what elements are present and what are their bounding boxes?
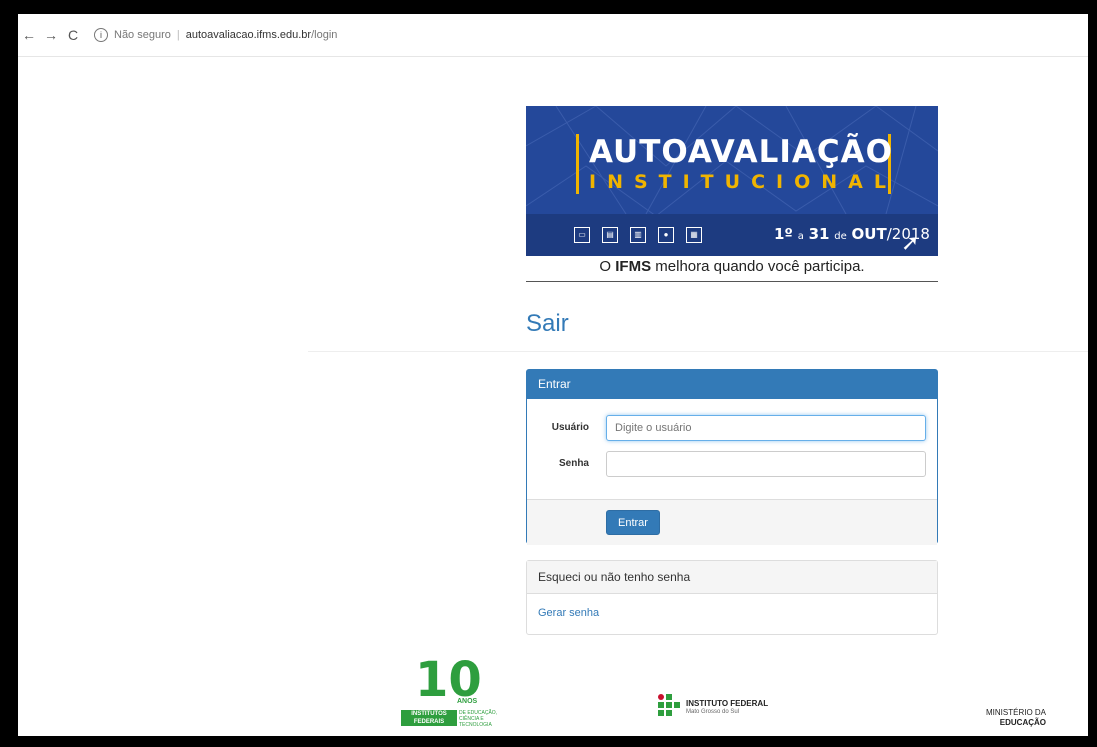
password-row: Senha — [527, 451, 937, 477]
password-label: Senha — [558, 458, 589, 469]
url-separator: | — [176, 29, 180, 41]
people-icon: ● — [658, 227, 674, 243]
tagline-pre: O — [599, 258, 612, 275]
login-button[interactable]: Entrar — [606, 510, 660, 535]
reload-icon[interactable]: C — [62, 27, 84, 43]
dates-a: a — [797, 231, 804, 242]
browser-window: ← → C i Não seguro | autoavaliacao.ifms.… — [18, 14, 1088, 736]
ten-years-institutes: INSTITUTOS FEDERAIS — [401, 710, 457, 726]
banner-title-line1: AUTOAVALIAÇÃO — [589, 134, 894, 170]
dates-de: de — [834, 231, 847, 242]
banner-title: AUTOAVALIAÇÃO INSTITUCIONAL — [576, 134, 897, 194]
dates-month: OUT — [851, 225, 887, 243]
forgot-panel-heading: Esqueci ou não tenho senha — [527, 561, 937, 594]
password-input[interactable] — [606, 451, 926, 477]
tagline-ifms: IFMS — [615, 258, 652, 275]
mec-line2: EDUCAÇÃO — [999, 718, 1047, 727]
login-panel-footer: Entrar — [527, 499, 937, 545]
ten-years-logo: 10 ANOS INSTITUTOS FEDERAIS DE EDUCAÇÃO,… — [401, 656, 501, 732]
dates-start: 1º — [774, 225, 793, 243]
url-path[interactable]: /login — [311, 29, 337, 41]
forward-icon[interactable]: → — [40, 27, 62, 43]
chart-icon: ▥ — [630, 227, 646, 243]
user-input[interactable] — [606, 415, 926, 441]
if-campus: Mato Grosso do Sul — [686, 709, 740, 715]
building-icon: ▦ — [686, 227, 702, 243]
ten-years-number: 10 — [415, 652, 482, 708]
ten-years-anos: ANOS — [457, 698, 478, 705]
banner-strip: ▭ ▤ ▥ ● ▦ 1º a 31 de OUT/2018 ➚ — [526, 214, 938, 256]
user-label: Usuário — [551, 422, 589, 433]
if-grid-icon — [658, 694, 682, 720]
campaign-banner: AUTOAVALIAÇÃO INSTITUCIONAL ▭ ▤ ▥ ● ▦ 1º… — [526, 106, 938, 256]
if-name: INSTITUTO FEDERAL — [686, 699, 769, 708]
dates-end: 31 — [808, 225, 830, 243]
if-logo: INSTITUTO FEDERAL Mato Grosso do Sul — [658, 694, 808, 724]
login-panel: Entrar Usuário Senha Entrar — [526, 369, 938, 545]
banner-tagline: O IFMS melhora quando você participa. — [526, 258, 938, 282]
back-icon[interactable]: ← — [18, 27, 40, 43]
security-status[interactable]: Não seguro — [114, 29, 171, 41]
monitor-icon: ▭ — [574, 227, 590, 243]
page-title[interactable]: Sair — [526, 310, 569, 338]
divider — [308, 351, 1088, 352]
info-icon[interactable]: i — [94, 28, 108, 42]
ten-years-description: DE EDUCAÇÃO, CIÊNCIA E TECNOLOGIA — [459, 710, 498, 728]
document-icon: ▤ — [602, 227, 618, 243]
browser-toolbar: ← → C i Não seguro | autoavaliacao.ifms.… — [18, 14, 1088, 57]
banner-title-line2: INSTITUCIONAL — [589, 171, 897, 193]
tagline-post: melhora quando você participa. — [655, 258, 865, 275]
url-domain[interactable]: autoavaliacao.ifms.edu.br — [186, 29, 311, 41]
login-panel-heading: Entrar — [527, 370, 937, 399]
mec-logo: MINISTÉRIO DA EDUCAÇÃO — [986, 708, 1046, 728]
user-row: Usuário — [527, 415, 937, 441]
mec-line1: MINISTÉRIO DA — [986, 708, 1047, 717]
cursor-click-icon: ➚ — [901, 230, 920, 255]
generate-password-link[interactable]: Gerar senha — [538, 607, 599, 619]
forgot-password-panel: Esqueci ou não tenho senha Gerar senha — [526, 560, 938, 635]
